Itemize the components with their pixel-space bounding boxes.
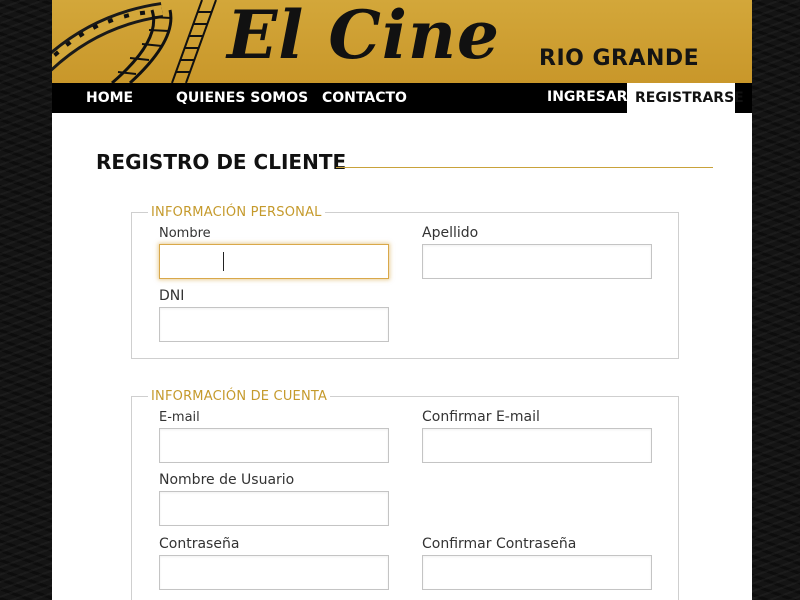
main-nav: HOME QUIENES SOMOS CONTACTO INGRESAR REG…	[52, 83, 752, 113]
email-label: E-mail	[159, 410, 200, 425]
confirm-password-field[interactable]	[422, 555, 652, 590]
confirm-email-label: Confirmar E-mail	[422, 409, 540, 425]
apellido-label: Apellido	[422, 225, 479, 241]
dni-label: DNI	[159, 288, 185, 304]
username-field[interactable]	[159, 491, 389, 526]
text-caret	[223, 252, 224, 271]
email-field[interactable]	[159, 428, 389, 463]
confirm-password-label: Confirmar Contraseña	[422, 536, 577, 552]
password-field[interactable]	[159, 555, 389, 590]
page-title: REGISTRO DE CLIENTE	[96, 150, 347, 174]
nav-registrarse[interactable]: REGISTRARSE	[627, 83, 744, 113]
account-info-legend: INFORMACIÓN DE CUENTA	[151, 389, 328, 404]
title-divider	[336, 167, 713, 168]
nombre-field[interactable]	[159, 244, 389, 279]
city-label: RIO GRANDE	[539, 46, 700, 71]
site-logo[interactable]: El Cine	[227, 0, 500, 74]
apellido-field[interactable]	[422, 244, 652, 279]
nav-quienes-somos[interactable]: QUIENES SOMOS	[176, 83, 308, 113]
nombre-label: Nombre	[159, 226, 211, 241]
page-container: El Cine RIO GRANDE HOME QUIENES SOMOS CO…	[52, 0, 752, 600]
nav-contacto[interactable]: CONTACTO	[322, 83, 407, 113]
username-label: Nombre de Usuario	[159, 472, 295, 488]
nav-home[interactable]: HOME	[86, 83, 133, 113]
dni-field[interactable]	[159, 307, 389, 342]
confirm-email-field[interactable]	[422, 428, 652, 463]
nav-ingresar[interactable]: INGRESAR	[547, 83, 627, 113]
personal-info-legend: INFORMACIÓN PERSONAL	[151, 205, 322, 220]
header-banner: El Cine RIO GRANDE	[52, 0, 752, 83]
film-strip-icon	[52, 0, 217, 83]
password-label: Contraseña	[159, 536, 240, 552]
